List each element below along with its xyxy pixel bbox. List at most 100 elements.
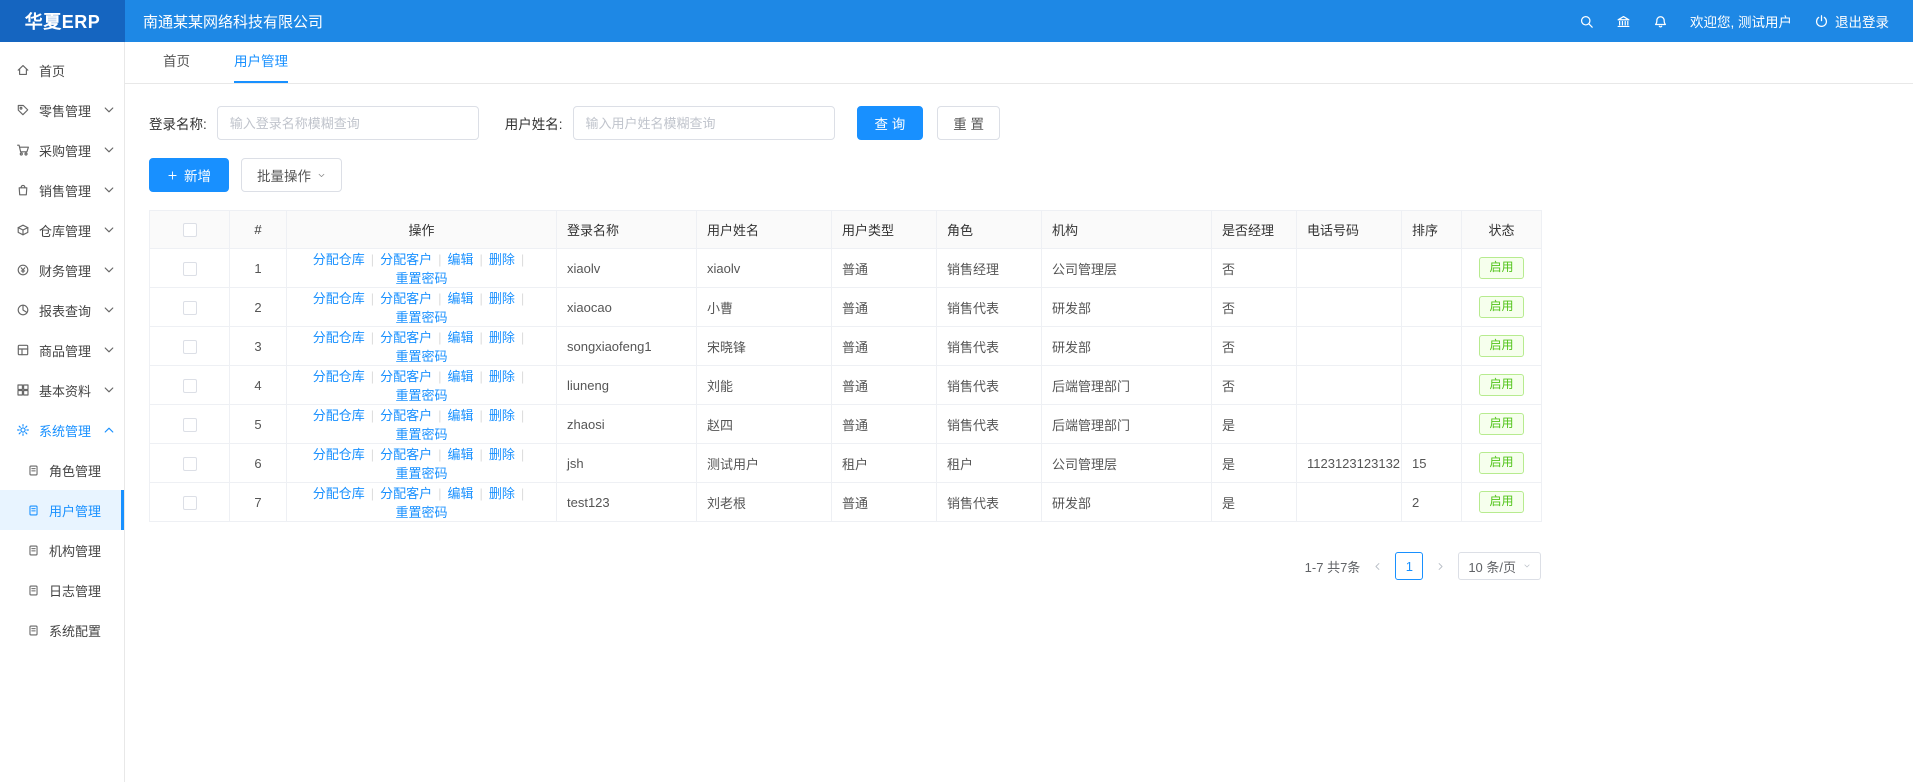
sidebar-item-report[interactable]: 报表查询 (0, 290, 124, 330)
select-all-checkbox[interactable] (183, 223, 197, 237)
action-separator: | (371, 369, 374, 384)
action-delete[interactable]: 删除 (489, 252, 515, 267)
page-1-button[interactable]: 1 (1395, 552, 1423, 580)
power-icon (1814, 14, 1829, 29)
action-separator: | (438, 291, 441, 306)
row-checkbox[interactable] (183, 379, 197, 393)
row-checkbox[interactable] (183, 301, 197, 315)
action-assign-customer[interactable]: 分配客户 (380, 486, 432, 501)
action-delete[interactable]: 删除 (489, 291, 515, 306)
action-assign-warehouse[interactable]: 分配仓库 (313, 330, 365, 345)
action-separator: | (480, 408, 483, 423)
action-edit[interactable]: 编辑 (448, 447, 474, 462)
action-delete[interactable]: 删除 (489, 369, 515, 384)
sidebar-item-sales[interactable]: 销售管理 (0, 170, 124, 210)
action-delete[interactable]: 删除 (489, 447, 515, 462)
page-size-select[interactable]: 10 条/页 (1458, 552, 1541, 580)
cell-phone (1297, 366, 1402, 405)
cell-user-name: 刘老根 (697, 483, 832, 522)
action-edit[interactable]: 编辑 (448, 369, 474, 384)
main-area: 首页用户管理 登录名称: 用户姓名: 查 询 重 置 新增 (125, 42, 1913, 782)
sidebar-item-log-management[interactable]: 日志管理 (0, 570, 124, 610)
next-page-button[interactable] (1435, 561, 1446, 572)
action-delete[interactable]: 删除 (489, 408, 515, 423)
search-icon[interactable] (1579, 14, 1594, 29)
bank-icon[interactable] (1616, 14, 1631, 29)
action-reset-password[interactable]: 重置密码 (395, 349, 447, 364)
cell-user-type: 普通 (832, 483, 937, 522)
action-assign-customer[interactable]: 分配客户 (380, 252, 432, 267)
doc-icon (27, 504, 40, 517)
cell-index: 4 (230, 366, 287, 405)
action-delete[interactable]: 删除 (489, 486, 515, 501)
reset-button[interactable]: 重 置 (937, 106, 1000, 140)
table-row: 6分配仓库|分配客户|编辑|删除|重置密码jsh测试用户租户租户公司管理层是11… (150, 444, 1542, 483)
bell-icon[interactable] (1653, 14, 1668, 29)
action-assign-warehouse[interactable]: 分配仓库 (313, 252, 365, 267)
sidebar-item-finance[interactable]: 财务管理 (0, 250, 124, 290)
action-assign-warehouse[interactable]: 分配仓库 (313, 408, 365, 423)
action-reset-password[interactable]: 重置密码 (395, 427, 447, 442)
row-checkbox[interactable] (183, 457, 197, 471)
chevron-down-icon (102, 303, 116, 317)
action-assign-customer[interactable]: 分配客户 (380, 408, 432, 423)
action-reset-password[interactable]: 重置密码 (395, 271, 447, 286)
sidebar-item-label: 财务管理 (39, 261, 91, 280)
chevron-down-icon (1523, 562, 1531, 570)
sidebar-item-org-management[interactable]: 机构管理 (0, 530, 124, 570)
sidebar-item-product[interactable]: 商品管理 (0, 330, 124, 370)
query-button[interactable]: 查 询 (857, 106, 924, 140)
warehouse-icon (16, 223, 30, 237)
action-separator: | (521, 330, 524, 345)
cell-actions: 分配仓库|分配客户|编辑|删除|重置密码 (287, 288, 557, 327)
action-separator: | (521, 486, 524, 501)
sidebar-item-retail[interactable]: 零售管理 (0, 90, 124, 130)
add-button[interactable]: 新增 (149, 158, 229, 192)
action-edit[interactable]: 编辑 (448, 291, 474, 306)
column-header: 用户姓名 (697, 211, 832, 249)
sidebar-item-warehouse[interactable]: 仓库管理 (0, 210, 124, 250)
action-edit[interactable]: 编辑 (448, 252, 474, 267)
action-edit[interactable]: 编辑 (448, 408, 474, 423)
sidebar-item-home[interactable]: 首页 (0, 50, 124, 90)
sidebar-item-role-management[interactable]: 角色管理 (0, 450, 124, 490)
action-assign-customer[interactable]: 分配客户 (380, 291, 432, 306)
system-icon (16, 423, 30, 437)
sidebar-item-user-management[interactable]: 用户管理 (0, 490, 124, 530)
action-assign-warehouse[interactable]: 分配仓库 (313, 291, 365, 306)
action-assign-warehouse[interactable]: 分配仓库 (313, 447, 365, 462)
action-edit[interactable]: 编辑 (448, 330, 474, 345)
user-name-input[interactable] (573, 106, 835, 140)
action-assign-customer[interactable]: 分配客户 (380, 447, 432, 462)
action-reset-password[interactable]: 重置密码 (395, 310, 447, 325)
batch-operations-button[interactable]: 批量操作 (241, 158, 342, 192)
sidebar-item-purchase[interactable]: 采购管理 (0, 130, 124, 170)
action-assign-warehouse[interactable]: 分配仓库 (313, 486, 365, 501)
action-assign-customer[interactable]: 分配客户 (380, 369, 432, 384)
chevron-up-icon (102, 423, 116, 437)
action-separator: | (438, 408, 441, 423)
action-reset-password[interactable]: 重置密码 (395, 505, 447, 520)
action-edit[interactable]: 编辑 (448, 486, 474, 501)
row-checkbox[interactable] (183, 340, 197, 354)
prev-page-button[interactable] (1372, 561, 1383, 572)
action-assign-customer[interactable]: 分配客户 (380, 330, 432, 345)
row-checkbox[interactable] (183, 496, 197, 510)
sidebar-item-basic-data[interactable]: 基本资料 (0, 370, 124, 410)
cell-index: 6 (230, 444, 287, 483)
action-reset-password[interactable]: 重置密码 (395, 388, 447, 403)
chevron-down-icon (102, 223, 116, 237)
action-delete[interactable]: 删除 (489, 330, 515, 345)
row-checkbox[interactable] (183, 418, 197, 432)
content: 登录名称: 用户姓名: 查 询 重 置 新增 批量操作 (125, 84, 1913, 580)
sidebar-item-system[interactable]: 系统管理 (0, 410, 124, 450)
login-name-input[interactable] (217, 106, 479, 140)
row-checkbox[interactable] (183, 262, 197, 276)
tab-home[interactable]: 首页 (163, 42, 190, 83)
action-assign-warehouse[interactable]: 分配仓库 (313, 369, 365, 384)
cell-org: 研发部 (1042, 327, 1212, 366)
tab-user-management[interactable]: 用户管理 (234, 42, 288, 83)
logout-button[interactable]: 退出登录 (1814, 11, 1889, 31)
sidebar-item-system-config[interactable]: 系统配置 (0, 610, 124, 650)
action-reset-password[interactable]: 重置密码 (395, 466, 447, 481)
